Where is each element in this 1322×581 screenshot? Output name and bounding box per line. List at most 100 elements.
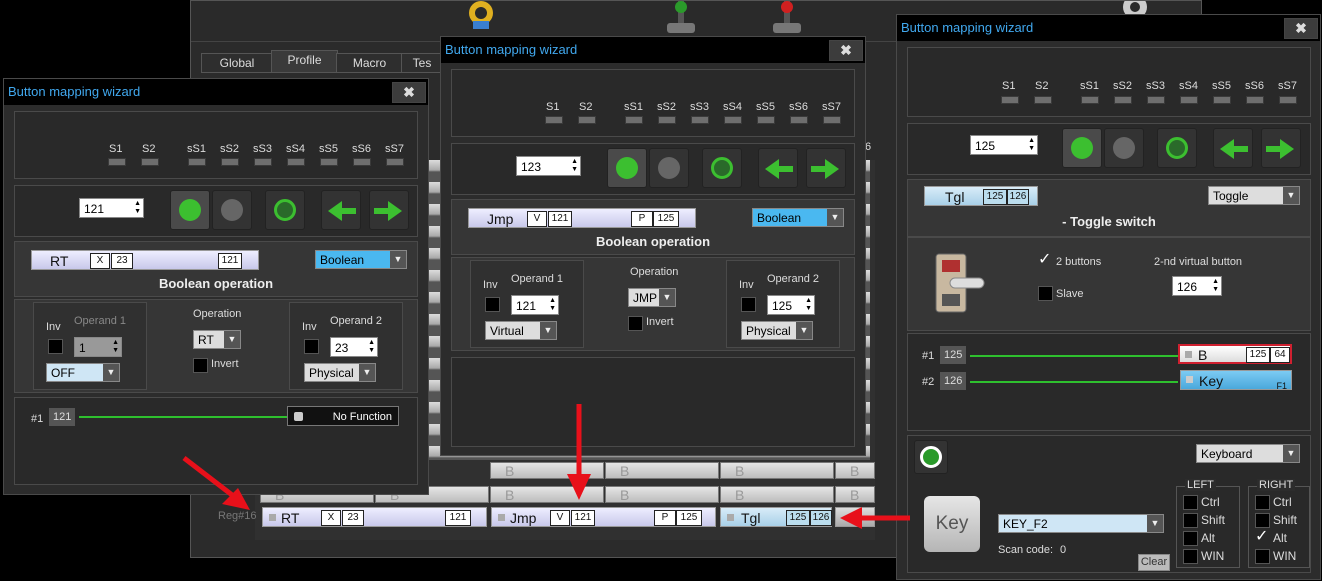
copy-button[interactable]	[607, 148, 647, 188]
close-button[interactable]: ✖	[829, 40, 863, 61]
action-type-select[interactable]: Keyboard ▼	[1196, 444, 1300, 463]
left-ctrl-checkbox[interactable]	[1183, 495, 1198, 510]
operation-select[interactable]: RT ▼	[193, 330, 241, 349]
grid-cell[interactable]: B	[605, 486, 719, 503]
tab-global[interactable]: Global	[201, 53, 273, 73]
chevron-down-icon: ▼	[540, 322, 556, 339]
joystick-red-icon[interactable]	[767, 1, 807, 35]
spinner-arrows-icon: ▲ ▼	[1028, 137, 1035, 152]
close-button[interactable]: ✖	[392, 82, 426, 103]
operand2-spinner[interactable]: 125 ▲ ▼	[767, 295, 815, 315]
reset-button[interactable]	[702, 148, 742, 188]
prev-button[interactable]	[321, 190, 361, 230]
type-select[interactable]: Boolean ▼	[752, 208, 844, 227]
close-button[interactable]: ✖	[1284, 18, 1318, 39]
inv-label: Inv	[46, 321, 61, 333]
keycap-icon: Key	[924, 496, 980, 552]
target-slot-selected[interactable]: B 125 64	[1178, 344, 1292, 364]
operand1-spinner[interactable]: 1 ▲ ▼	[74, 337, 122, 357]
left-win-checkbox[interactable]	[1183, 549, 1198, 564]
group-title: RIGHT	[1257, 479, 1296, 491]
second-button-label: 2-nd virtual button	[1154, 256, 1243, 268]
mapping-panel: Jmp V 121 P 125 Boolean ▼ Boolean operati…	[451, 199, 855, 255]
operand2-type-select[interactable]: Physical ▼	[741, 321, 813, 340]
left-shift-checkbox[interactable]	[1183, 513, 1198, 528]
second-button-spinner[interactable]: 126 ▲ ▼	[1172, 276, 1222, 296]
joystick-icon[interactable]	[661, 1, 701, 35]
reg-cell-rt[interactable]: RT X 23 121	[262, 507, 487, 527]
operand1-group: Inv Operand 1 1 ▲ ▼ OFF ▼	[33, 302, 147, 390]
shift-panel: S1 S2 sS1 sS2 sS3 sS4 sS5 sS6 sS7	[14, 111, 418, 179]
prev-button[interactable]	[1213, 128, 1253, 168]
section-heading: - Toggle switch	[1062, 214, 1156, 229]
copy-button[interactable]	[1062, 128, 1102, 168]
cell-value-2: 125	[676, 510, 702, 526]
refresh-icon	[711, 157, 733, 179]
shift-led	[691, 116, 709, 124]
type-select[interactable]: Boolean ▼	[315, 250, 407, 269]
chevron-down-icon: ▼	[359, 364, 375, 381]
spinner-arrows-icon: ▲ ▼	[134, 200, 141, 215]
invert-checkbox[interactable]	[193, 358, 208, 373]
grid-cell[interactable]: B	[720, 486, 834, 503]
paste-button[interactable]	[649, 148, 689, 188]
shift-led	[1180, 96, 1198, 104]
operand2-spinner[interactable]: 23 ▲ ▼	[330, 337, 378, 357]
tab-macro[interactable]: Macro	[336, 53, 403, 73]
button-number-spinner[interactable]: 125 ▲ ▼	[970, 135, 1038, 155]
operand1-spinner[interactable]: 121 ▲ ▼	[511, 295, 559, 315]
reg-cell-jmp[interactable]: Jmp V 121 P 125	[491, 507, 716, 527]
invert-checkbox[interactable]	[628, 316, 643, 331]
key-select[interactable]: KEY_F2 ▼	[998, 514, 1164, 533]
inv1-checkbox[interactable]	[48, 339, 63, 354]
tab-profile-label: Profile	[287, 53, 322, 67]
right-shift-checkbox[interactable]	[1255, 513, 1270, 528]
grid-cell[interactable]: B	[720, 462, 834, 479]
shift-led	[141, 158, 159, 166]
reset-button[interactable]	[1157, 128, 1197, 168]
shift-label: sS1	[624, 101, 643, 113]
tab-profile[interactable]: Profile	[271, 50, 338, 73]
operand1-group: Inv Operand 1 121 ▲ ▼ Virtual ▼	[470, 260, 584, 348]
grid-cell[interactable]: B	[835, 462, 875, 479]
inv2-checkbox[interactable]	[304, 339, 319, 354]
map-value: 23	[111, 253, 133, 269]
button-number-spinner[interactable]: 123 ▲ ▼	[516, 156, 581, 176]
reset-button[interactable]	[265, 190, 305, 230]
tab-test[interactable]: Tes	[401, 53, 443, 73]
inv1-checkbox[interactable]	[485, 297, 500, 312]
paste-button[interactable]	[212, 190, 252, 230]
button-number-spinner[interactable]: 121 ▲ ▼	[79, 198, 144, 218]
next-button[interactable]	[1261, 128, 1301, 168]
paste-button[interactable]	[1104, 128, 1144, 168]
clear-button[interactable]: Clear	[1138, 554, 1170, 571]
right-win-checkbox[interactable]	[1255, 549, 1270, 564]
operand1-type-select[interactable]: OFF ▼	[46, 363, 120, 382]
connection-line	[970, 355, 1178, 357]
grid-cell[interactable]: B	[835, 486, 875, 503]
next-button[interactable]	[369, 190, 409, 230]
next-button[interactable]	[806, 148, 846, 188]
reg-cell-tgl[interactable]: Tgl 125 126	[720, 507, 832, 527]
two-buttons-checkbox[interactable]: ✓	[1038, 252, 1051, 268]
slave-checkbox[interactable]	[1038, 286, 1053, 301]
target-slot[interactable]: No Function	[287, 406, 399, 426]
shift-led	[790, 116, 808, 124]
inv2-checkbox[interactable]	[741, 297, 756, 312]
chevron-down-icon: ▼	[390, 251, 406, 268]
operand2-type-select[interactable]: Physical ▼	[304, 363, 376, 382]
left-alt-checkbox[interactable]	[1183, 531, 1198, 546]
grid-cell[interactable]: B	[605, 462, 719, 479]
recycle-icon[interactable]	[463, 1, 499, 31]
operands-panel: Inv Operand 1 1 ▲ ▼ OFF ▼ Operation RT ▼ Inv…	[14, 299, 418, 393]
apply-button[interactable]	[914, 440, 948, 474]
operation-select[interactable]: JMP ▼	[628, 288, 676, 307]
type-select[interactable]: Toggle ▼	[1208, 186, 1300, 205]
shift-label: sS4	[1179, 80, 1198, 92]
operand1-type-select[interactable]: Virtual ▼	[485, 321, 557, 340]
copy-button[interactable]	[170, 190, 210, 230]
prev-button[interactable]	[758, 148, 798, 188]
target-slot[interactable]: Key F1	[1180, 370, 1292, 391]
right-alt-checkbox[interactable]: ✓	[1255, 529, 1268, 545]
right-ctrl-checkbox[interactable]	[1255, 495, 1270, 510]
